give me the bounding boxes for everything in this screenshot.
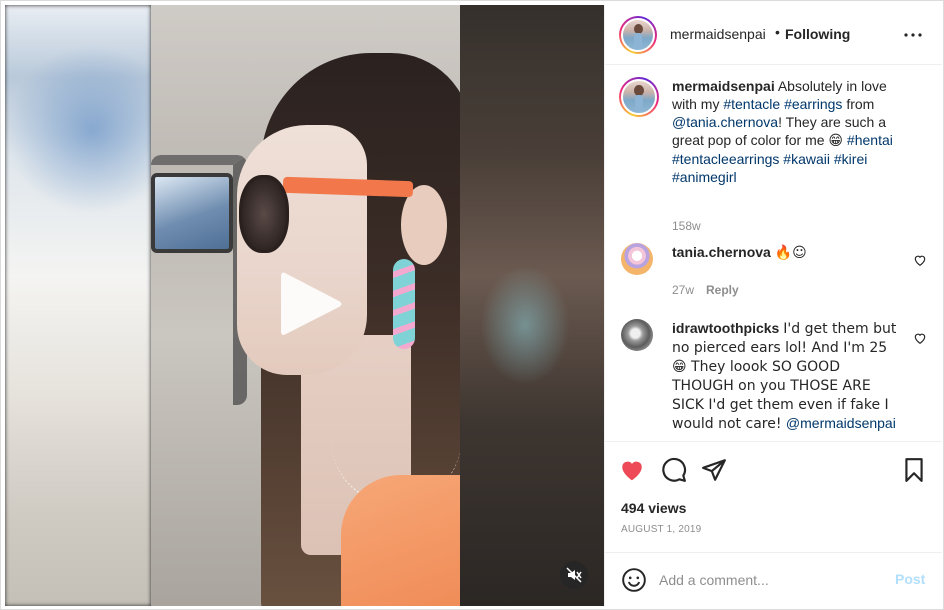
hashtag-link[interactable]: #hentai (847, 132, 893, 148)
hashtag-link[interactable]: #kirei (834, 151, 867, 167)
more-horizontal-icon[interactable] (901, 23, 925, 47)
comments-list[interactable]: mermaidsenpai Absolutely in love with my… (605, 65, 942, 441)
blurred-backdrop-left (5, 5, 151, 606)
bookmark-icon[interactable] (901, 457, 927, 483)
mention-link[interactable]: @mermaidsenpai (786, 415, 896, 431)
sunglasses-lens (239, 175, 289, 253)
following-button[interactable]: Following (785, 26, 850, 42)
comment-meta: 27w Reply (672, 283, 739, 297)
caption-segment: from (842, 96, 875, 112)
heart-outline-icon[interactable] (913, 253, 927, 267)
comment-username[interactable]: idrawtoothpicks (672, 320, 779, 336)
post-date[interactable]: AUGUST 1, 2019 (621, 524, 701, 535)
video-player[interactable] (5, 5, 604, 606)
separator-dot: • (775, 24, 780, 40)
comment-username[interactable]: tania.chernova (672, 244, 771, 260)
heart-outline-icon[interactable] (913, 331, 927, 345)
tentacle-earring (393, 259, 415, 349)
comment-input[interactable] (659, 565, 889, 595)
instagram-post-modal: mermaidsenpai • Following mermaidsenpai … (0, 0, 944, 610)
share-icon[interactable] (701, 457, 727, 483)
post-details-panel: mermaidsenpai • Following mermaidsenpai … (604, 5, 942, 606)
post-button[interactable]: Post (895, 571, 925, 587)
caption: mermaidsenpai Absolutely in love with my… (619, 77, 929, 233)
post-header: mermaidsenpai • Following (605, 5, 942, 65)
hashtag-link[interactable]: #kawaii (783, 151, 830, 167)
view-count[interactable]: 494 views (621, 500, 686, 516)
author-username[interactable]: mermaidsenpai (670, 26, 766, 42)
hashtag-link[interactable]: #animegirl (672, 169, 737, 185)
heart-filled-icon[interactable] (619, 457, 645, 483)
caption-avatar[interactable] (619, 77, 659, 117)
caption-age[interactable]: 158w (672, 219, 701, 233)
blurred-backdrop-right (460, 5, 604, 606)
hashtag-link[interactable]: #tentacleearrings (672, 151, 779, 167)
comment-age[interactable]: 27w (672, 283, 694, 297)
comment-body: 🔥☺ (774, 245, 807, 261)
reply-button[interactable]: Reply (706, 283, 739, 297)
comment-text: idrawtoothpicks I'd get them but no pier… (672, 319, 897, 433)
avatar-image (621, 18, 655, 52)
caption-username[interactable]: mermaidsenpai (672, 78, 775, 94)
grin-emoji: 😁 (828, 133, 844, 149)
comment-item: idrawtoothpicks I'd get them but no pier… (619, 319, 929, 439)
comment-item: tania.chernova 🔥☺ 27w Reply (619, 243, 929, 303)
author-avatar[interactable] (619, 16, 657, 54)
car-window (151, 173, 233, 253)
play-icon[interactable] (275, 267, 345, 341)
caption-text: mermaidsenpai Absolutely in love with my… (672, 77, 897, 186)
commenter-avatar[interactable] (621, 243, 653, 275)
post-actions: 494 views AUGUST 1, 2019 (605, 441, 942, 551)
add-comment-bar: Post (605, 552, 942, 606)
mention-link[interactable]: @tania.chernova (672, 114, 778, 130)
hashtag-link[interactable]: #earrings (784, 96, 842, 112)
hashtag-link[interactable]: #tentacle (723, 96, 780, 112)
muted-speaker-icon[interactable] (560, 561, 588, 589)
smiley-icon[interactable] (621, 567, 647, 593)
orange-shirt (341, 475, 460, 606)
avatar-image (621, 79, 657, 115)
comment-icon[interactable] (661, 457, 687, 483)
comment-text: tania.chernova 🔥☺ (672, 243, 897, 262)
commenter-avatar[interactable] (621, 319, 653, 351)
